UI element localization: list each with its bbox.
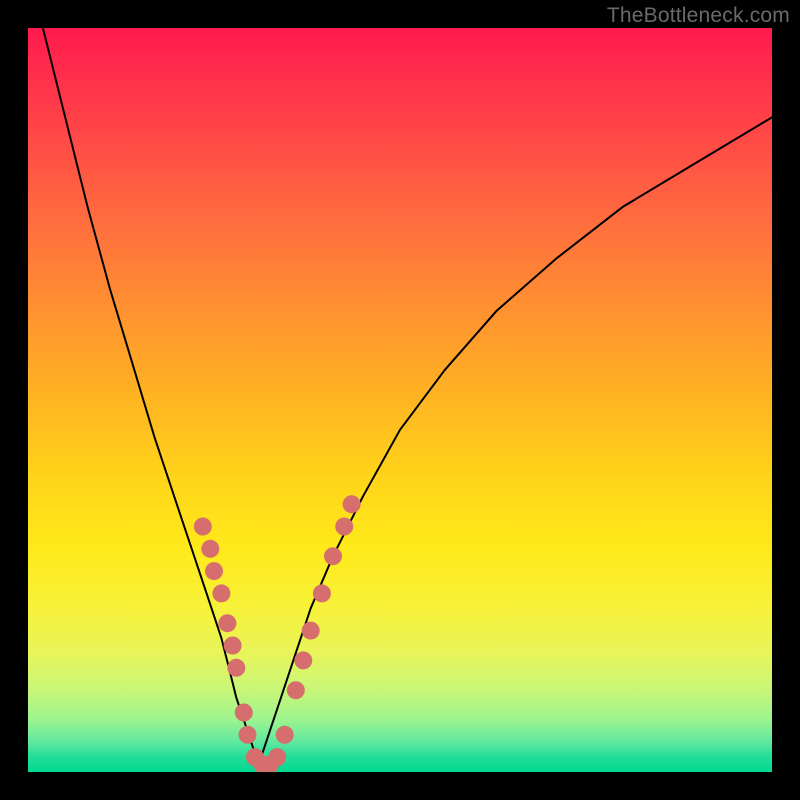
marker-dot <box>205 562 223 580</box>
marker-dot <box>194 518 212 536</box>
bottleneck-curve <box>43 28 772 765</box>
watermark-text: TheBottleneck.com <box>607 4 790 28</box>
marker-dot <box>276 726 294 744</box>
marker-dot <box>201 540 219 558</box>
curve-left-branch <box>43 28 259 765</box>
plot-area <box>28 28 772 772</box>
marker-dot <box>212 584 230 602</box>
chart-svg <box>28 28 772 772</box>
marker-dot <box>287 681 305 699</box>
marker-dot <box>268 748 286 766</box>
marker-dot <box>343 495 361 513</box>
marker-dot <box>302 622 320 640</box>
marker-dot <box>294 651 312 669</box>
marker-dot <box>218 614 236 632</box>
marker-dot <box>235 704 253 722</box>
marker-dot <box>335 518 353 536</box>
marker-dot <box>227 659 245 677</box>
marker-dot <box>239 726 257 744</box>
marker-dot <box>313 584 331 602</box>
chart-frame: TheBottleneck.com <box>0 0 800 800</box>
marker-dot <box>224 637 242 655</box>
curve-right-branch <box>259 117 772 764</box>
marker-dot <box>324 547 342 565</box>
marker-dots <box>194 495 361 772</box>
